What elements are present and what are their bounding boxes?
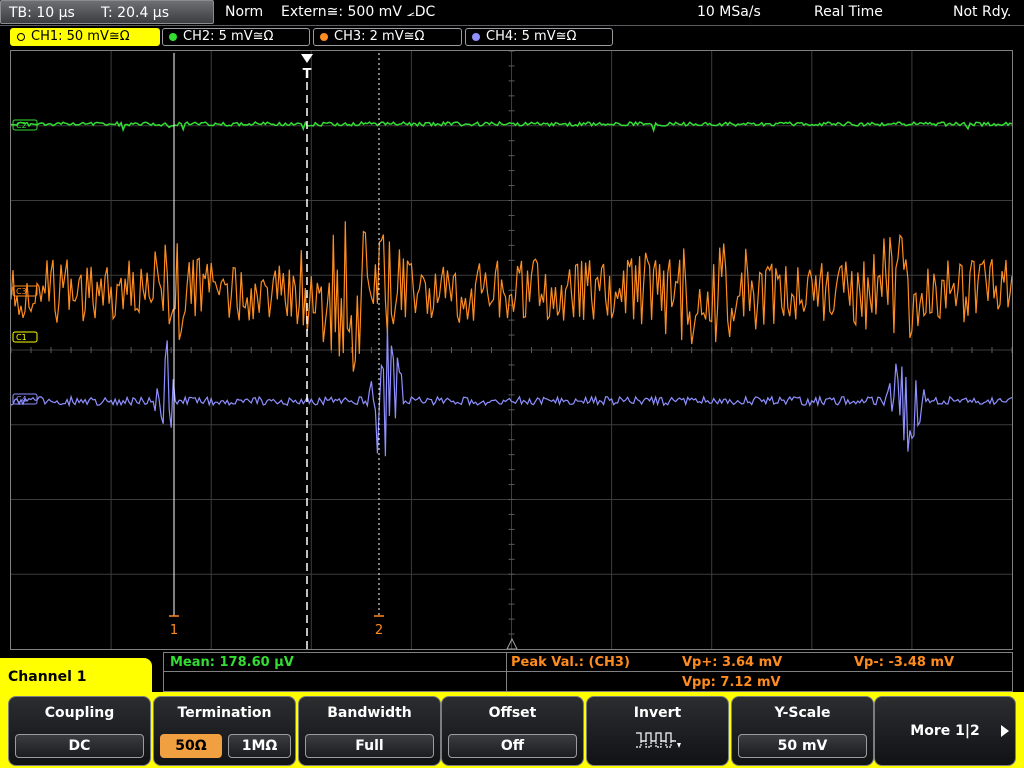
termination-label: Termination (177, 705, 272, 721)
vp-minus-measurement: Vp-: -3.48 mV (854, 655, 955, 670)
ch3-level-marker[interactable]: C3 (12, 285, 38, 297)
yscale-label: Y-Scale (774, 705, 831, 721)
tab-ch3-label: CH3: 2 mV≅Ω (334, 29, 425, 44)
graticule (11, 51, 1012, 649)
tab-ch4[interactable]: CH4: 5 mV≅Ω (465, 28, 613, 46)
trigger-source: Extern≅: 500 mV ⦟DC (281, 4, 436, 20)
trigger-marker-label: T (303, 67, 312, 82)
ch2-level-marker[interactable]: C2 (12, 119, 38, 131)
status-divider (0, 25, 1024, 26)
trigger-mode: Norm (225, 4, 264, 20)
meas-row-divider (164, 671, 1012, 672)
tab-ch4-label: CH4: 5 mV≅Ω (486, 29, 577, 44)
offset-softkey[interactable]: Offset Off (441, 696, 584, 766)
tab-ch1[interactable]: CH1: 50 mV≅Ω (10, 28, 160, 46)
vpp-measurement: Vpp: 7.12 mV (682, 675, 781, 690)
vp-plus-measurement: Vp+: 3.64 mV (682, 655, 783, 670)
coupling-label: Coupling (44, 705, 115, 721)
more-label: More 1|2 (910, 723, 980, 739)
invert-label: Invert (633, 705, 682, 721)
tab-ch3[interactable]: CH3: 2 mV≅Ω (313, 28, 462, 46)
ch1-dot-icon (17, 33, 25, 41)
timebase-value: TB: 10 µs (9, 5, 75, 21)
acquisition-state: Not Rdy. (953, 4, 1012, 20)
next-page-arrow-icon (1001, 725, 1009, 737)
termination-softkey[interactable]: Termination 50Ω 1MΩ (153, 696, 296, 766)
tab-ch2[interactable]: CH2: 5 mV≅Ω (162, 28, 310, 46)
trigger-time-value: T: 20.4 µs (101, 5, 170, 21)
measurement-panel: Mean: 178.60 µV Peak Val.: (CH3) Vp+: 3.… (163, 652, 1013, 692)
peak-value-label: Peak Val.: (CH3) (511, 655, 630, 670)
yscale-value: 50 mV (738, 734, 867, 758)
ch2-dot-icon (169, 33, 177, 41)
more-softkey[interactable]: More 1|2 (874, 696, 1016, 766)
coupling-value: DC (15, 734, 144, 758)
invert-waveform-icon (636, 732, 681, 748)
sample-rate: 10 MSa/s (697, 4, 761, 20)
meas-divider (506, 653, 507, 691)
cursor-1-label: 1 (170, 623, 178, 638)
tab-ch1-label: CH1: 50 mV≅Ω (31, 29, 130, 44)
termination-1mohm-option[interactable]: 1MΩ (228, 734, 291, 758)
cursor-2-label: 2 (375, 623, 383, 638)
ch1-level-marker[interactable]: C1 (12, 331, 38, 343)
bandwidth-label: Bandwidth (327, 705, 412, 721)
termination-50ohm-option[interactable]: 50Ω (160, 734, 222, 758)
svg-text:C4: C4 (16, 395, 27, 404)
bandwidth-softkey[interactable]: Bandwidth Full (298, 696, 441, 766)
yscale-softkey[interactable]: Y-Scale 50 mV (731, 696, 874, 766)
acquisition-mode: Real Time (814, 4, 883, 20)
status-bar: TB: 10 µs T: 20.4 µs Norm Extern≅: 500 m… (0, 0, 1024, 26)
offset-value: Off (448, 734, 577, 758)
svg-text:C3: C3 (16, 287, 27, 296)
mean-measurement: Mean: 178.60 µV (170, 655, 294, 670)
svg-text:C1: C1 (16, 333, 27, 342)
invert-softkey[interactable]: Invert (586, 696, 729, 766)
waveform-svg: T 1 2 C2 C3 C1 C4 (11, 51, 1012, 649)
offset-label: Offset (488, 705, 537, 721)
ch3-dot-icon (320, 33, 328, 41)
bandwidth-value: Full (305, 734, 434, 758)
coupling-softkey[interactable]: Coupling DC (8, 696, 151, 766)
svg-text:C2: C2 (16, 121, 27, 130)
tab-ch2-label: CH2: 5 mV≅Ω (183, 29, 274, 44)
waveform-display[interactable]: T 1 2 C2 C3 C1 C4 (10, 50, 1013, 650)
ch4-dot-icon (472, 33, 480, 41)
timebase-box[interactable]: TB: 10 µs T: 20.4 µs (0, 0, 214, 24)
